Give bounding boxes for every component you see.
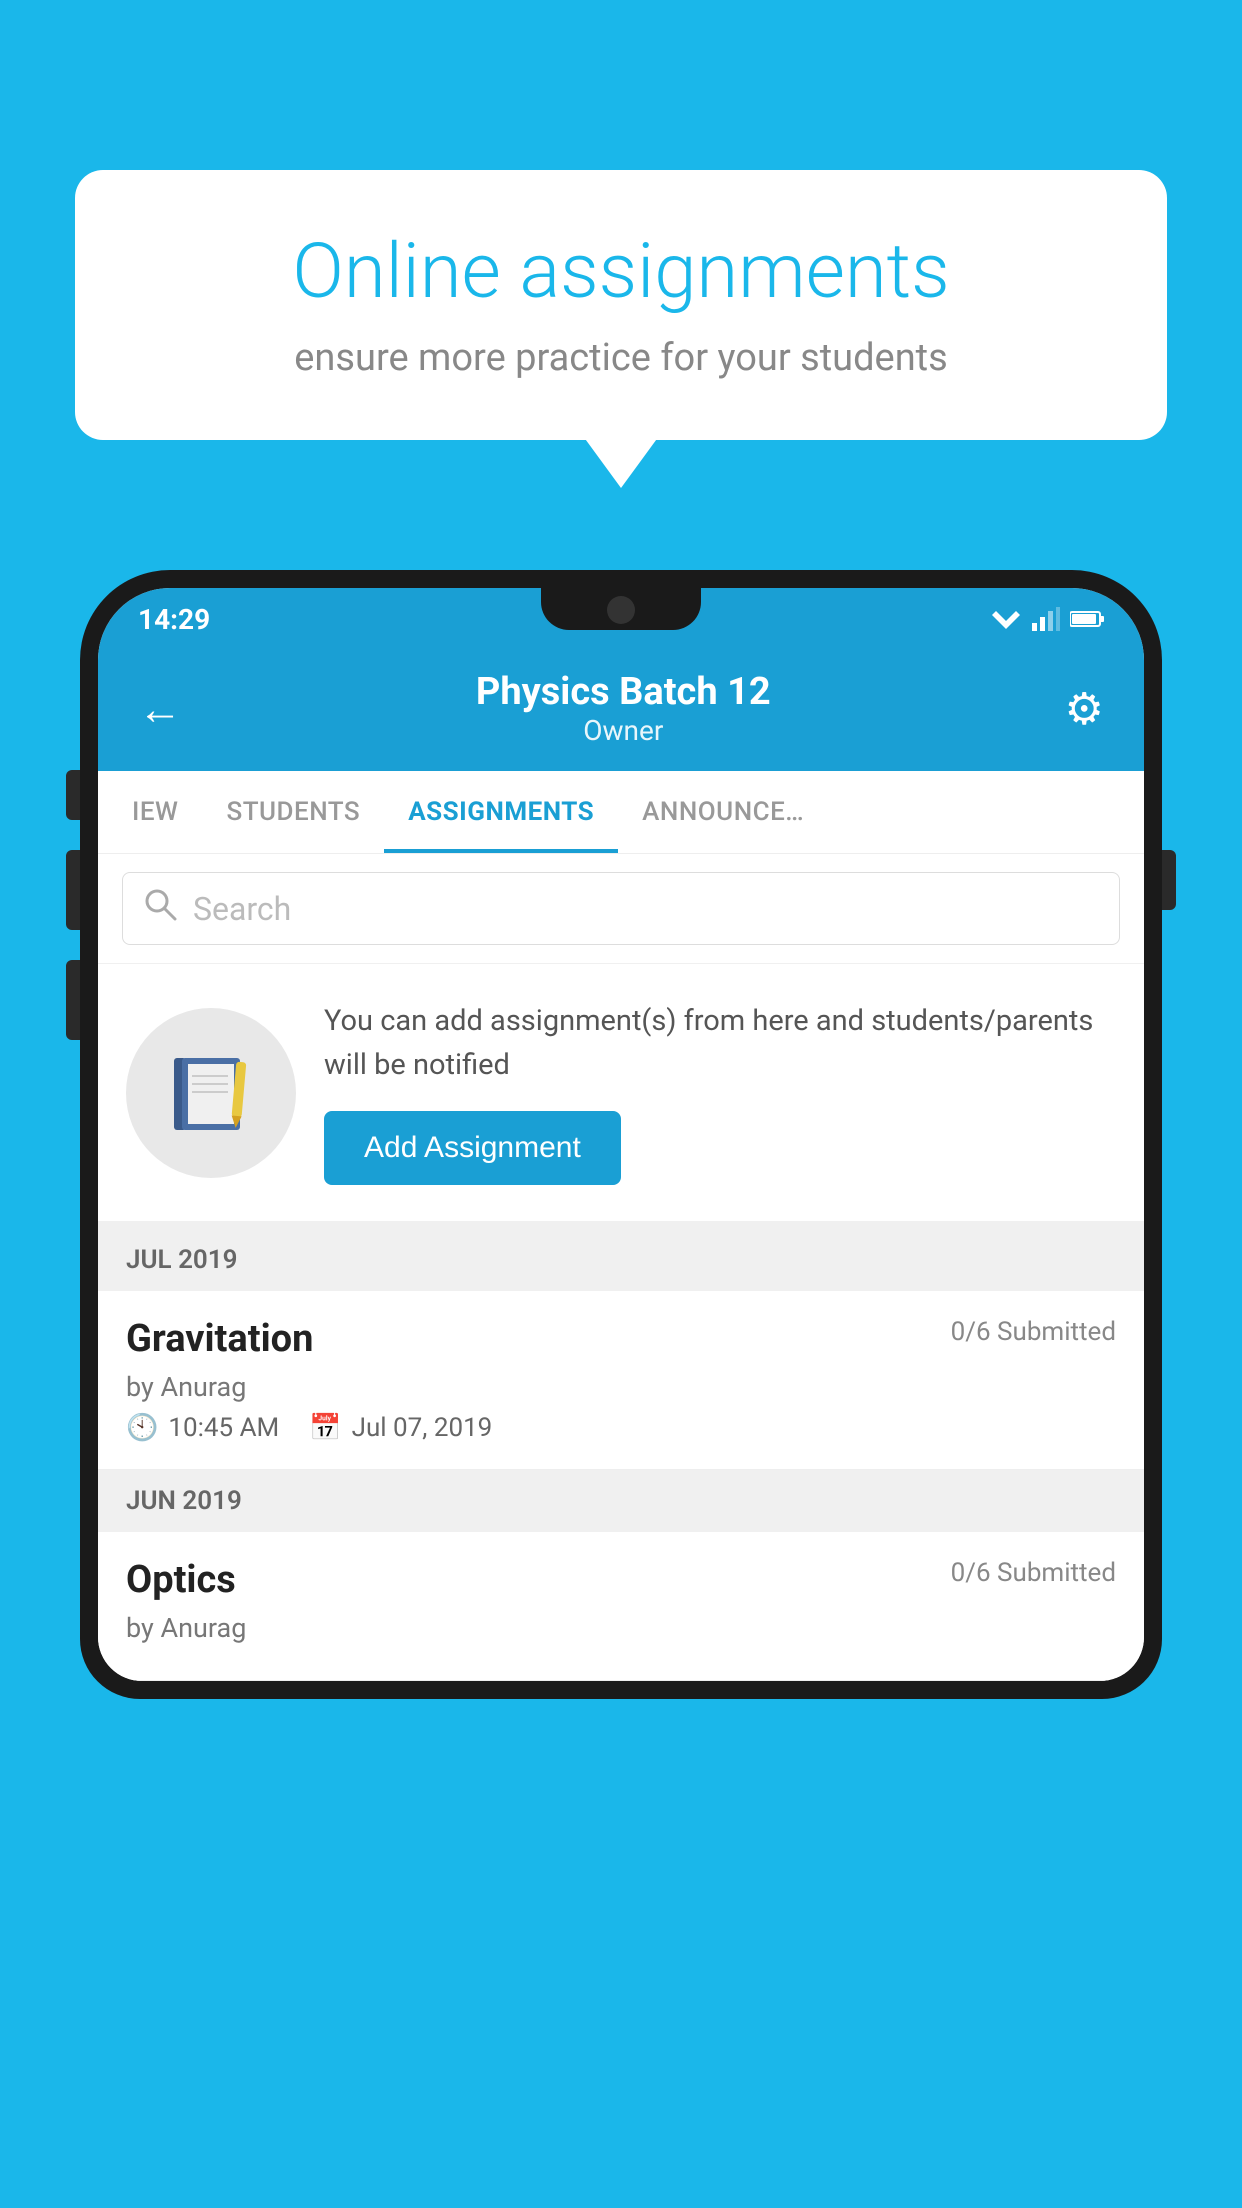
assignment-date-gravitation: Jul 07, 2019 (352, 1413, 493, 1443)
side-button-right (1162, 850, 1176, 910)
clock-icon: 🕙 (126, 1413, 158, 1443)
search-placeholder: Search (193, 890, 291, 928)
notebook-icon (166, 1048, 256, 1138)
assignment-item-gravitation[interactable]: Gravitation 0/6 Submitted by Anurag 🕙 10… (98, 1291, 1144, 1470)
promo-icon-circle (126, 1008, 296, 1178)
search-input-wrapper[interactable]: Search (122, 872, 1120, 945)
status-icons (990, 607, 1104, 631)
assignment-by-gravitation: by Anurag (126, 1371, 1116, 1403)
side-button-volume-down (66, 850, 80, 930)
tab-students[interactable]: STUDENTS (202, 771, 384, 853)
add-assignment-promo: You can add assignment(s) from here and … (98, 964, 1144, 1229)
assignment-name-gravitation: Gravitation (126, 1317, 313, 1361)
wifi-icon (990, 607, 1022, 631)
search-icon (143, 887, 177, 930)
assignment-top-optics: Optics 0/6 Submitted (126, 1558, 1116, 1602)
assignment-name-optics: Optics (126, 1558, 236, 1602)
bubble-title: Online assignments (145, 230, 1097, 314)
assignment-item-optics[interactable]: Optics 0/6 Submitted by Anurag (98, 1532, 1144, 1681)
search-bar: Search (98, 854, 1144, 964)
back-button[interactable]: ← (138, 683, 182, 735)
meta-date: 📅 Jul 07, 2019 (309, 1413, 492, 1443)
battery-icon (1070, 609, 1104, 629)
assignment-submitted-gravitation: 0/6 Submitted (951, 1317, 1116, 1347)
assignment-top: Gravitation 0/6 Submitted (126, 1317, 1116, 1361)
promo-content: You can add assignment(s) from here and … (324, 1000, 1116, 1185)
section-header-jul: JUL 2019 (98, 1229, 1144, 1291)
header-subtitle: Owner (182, 714, 1065, 747)
assignment-meta-gravitation: 🕙 10:45 AM 📅 Jul 07, 2019 (126, 1413, 1116, 1443)
add-assignment-button[interactable]: Add Assignment (324, 1111, 621, 1185)
speech-bubble: Online assignments ensure more practice … (75, 170, 1167, 440)
front-camera (607, 596, 635, 624)
header-center: Physics Batch 12 Owner (182, 670, 1065, 747)
tab-bar: IEW STUDENTS ASSIGNMENTS ANNOUNCE… (98, 771, 1144, 854)
side-button-volume-up (66, 770, 80, 820)
side-button-power (66, 960, 80, 1040)
bubble-subtitle: ensure more practice for your students (145, 336, 1097, 380)
assignment-by-optics: by Anurag (126, 1612, 1116, 1644)
section-month-jul: JUL 2019 (126, 1245, 238, 1275)
promo-text: You can add assignment(s) from here and … (324, 1000, 1116, 1087)
phone-screen: 14:29 (98, 588, 1144, 1681)
app-header: ← Physics Batch 12 Owner ⚙ (98, 650, 1144, 771)
phone-outer: 14:29 (80, 570, 1162, 1699)
tab-announcements[interactable]: ANNOUNCE… (618, 771, 828, 853)
settings-icon[interactable]: ⚙ (1065, 683, 1104, 735)
section-header-jun: JUN 2019 (98, 1470, 1144, 1532)
tab-iew[interactable]: IEW (108, 771, 202, 853)
signal-icon (1032, 607, 1060, 631)
section-month-jun: JUN 2019 (126, 1486, 242, 1516)
calendar-icon: 📅 (309, 1413, 341, 1443)
header-title: Physics Batch 12 (182, 670, 1065, 714)
meta-time: 🕙 10:45 AM (126, 1413, 279, 1443)
phone-notch (541, 588, 701, 630)
assignment-time-gravitation: 10:45 AM (168, 1413, 279, 1443)
tab-assignments[interactable]: ASSIGNMENTS (384, 771, 618, 853)
assignment-submitted-optics: 0/6 Submitted (951, 1558, 1116, 1588)
status-time: 14:29 (138, 603, 210, 636)
speech-bubble-container: Online assignments ensure more practice … (75, 170, 1167, 440)
phone-frame: 14:29 (80, 570, 1162, 2208)
